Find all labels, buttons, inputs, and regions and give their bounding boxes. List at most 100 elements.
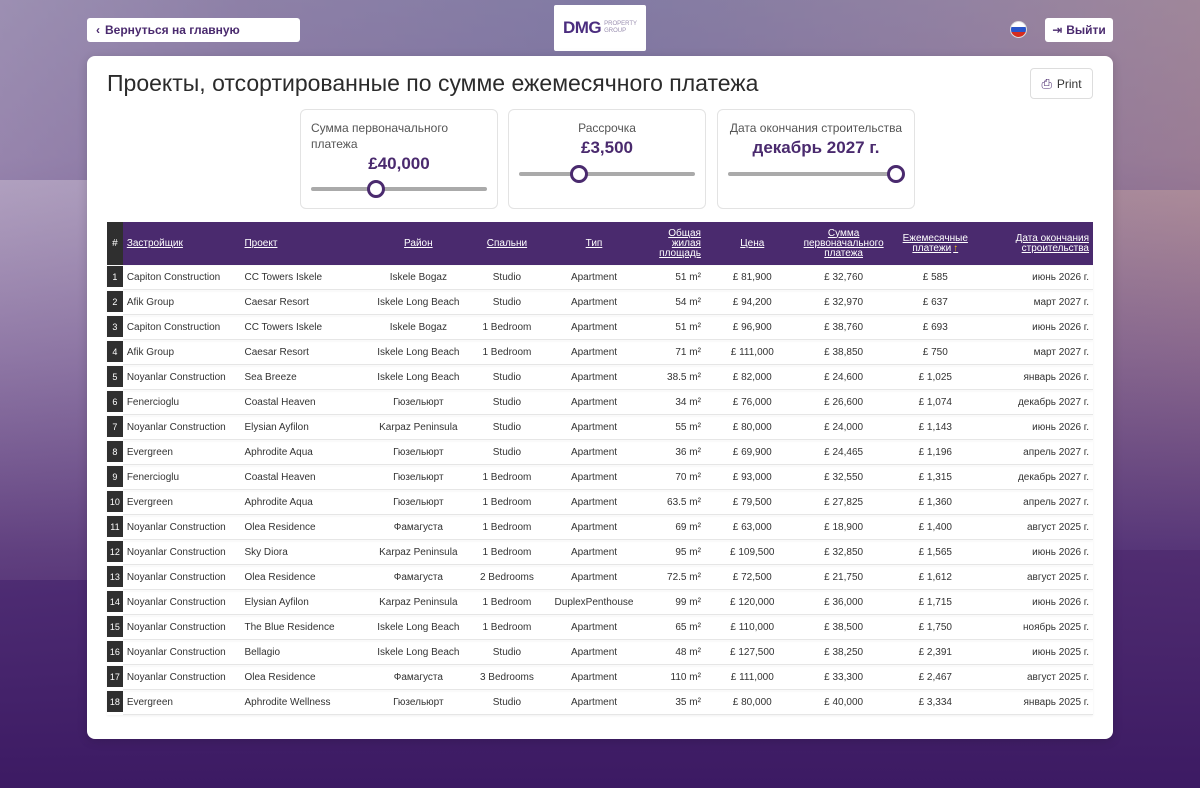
header-down-payment[interactable]: Сумма первоначального платежа [799,222,888,265]
installment-slider-track[interactable] [519,172,695,176]
price-cell: £ 93,000 [704,465,800,490]
monthly-cell: £ 1,196 [887,440,983,465]
completion-cell: июнь 2025 г. [982,640,1093,665]
table-row[interactable]: 3 Capiton Construction CC Towers Iskele Isk… [107,315,1093,340]
russian-flag-icon[interactable] [1010,21,1027,38]
page-title: Проекты, отсортированные по сумме ежемес… [107,70,759,96]
monthly-cell: £ 1,143 [887,415,983,440]
bedrooms-cell: 1 Bedroom [471,315,543,340]
area-cell: 35 m² [645,690,705,715]
header-price[interactable]: Цена [704,222,800,265]
price-cell: £ 109,500 [704,540,800,565]
completion-slider-track[interactable] [728,172,904,176]
monthly-cell: £ 3,334 [887,690,983,715]
header-project[interactable]: Проект [240,222,366,265]
district-cell: Karpaz Peninsula [365,540,472,565]
table-row[interactable]: 11 Noyanlar Construction Olea Residence Фам… [107,515,1093,540]
developer-cell: Noyanlar Construction [122,540,241,565]
back-to-home-button[interactable]: ‹ Вернуться на главную [87,18,300,42]
table-row[interactable]: 9 Fenercioglu Coastal Heaven Гюзельюрт 1 Bed… [107,465,1093,490]
down-payment-cell: £ 36,000 [799,590,888,615]
developer-cell: Noyanlar Construction [122,665,241,690]
row-number: 10 [107,490,123,515]
bedrooms-cell: Studio [471,290,543,315]
down-payment-cell: £ 32,970 [799,290,888,315]
table-row[interactable]: 5 Noyanlar Construction Sea Breeze Iskele L… [107,365,1093,390]
down-payment-cell: £ 24,000 [799,415,888,440]
logout-button[interactable]: ⇥ Выйти [1045,18,1113,42]
type-cell: Apartment [542,315,646,340]
down-payment-slider-track[interactable] [311,187,487,191]
project-cell: Elysian Ayfilon [240,590,366,615]
header-area[interactable]: Общая жилая площадь [645,222,705,265]
project-cell: Caesar Resort [240,340,366,365]
completion-slider-thumb[interactable] [887,165,905,183]
table-row[interactable]: 1 Capiton Construction CC Towers Iskele Isk… [107,265,1093,290]
completion-filter: Дата окончания строительства декабрь 202… [717,109,915,209]
area-cell: 36 m² [645,440,705,465]
area-cell: 54 m² [645,290,705,315]
down-payment-cell: £ 24,465 [799,440,888,465]
row-number: 14 [107,590,123,615]
monthly-cell: £ 2,467 [887,665,983,690]
developer-cell: Noyanlar Construction [122,615,241,640]
price-cell: £ 110,000 [704,615,800,640]
down-payment-slider-thumb[interactable] [367,180,386,198]
project-cell: Sky Diora [240,540,366,565]
header-bedrooms[interactable]: Спальни [471,222,543,265]
monthly-cell: £ 1,750 [887,615,983,640]
installment-slider-thumb[interactable] [569,165,588,183]
logout-icon: ⇥ [1052,23,1063,37]
bedrooms-cell: 1 Bedroom [471,490,543,515]
developer-cell: Evergreen [122,440,241,465]
completion-cell: декабрь 2027 г. [982,390,1093,415]
table-row[interactable]: 4 Afik Group Caesar Resort Iskele Long Beac… [107,340,1093,365]
down-payment-cell: £ 38,500 [799,615,888,640]
table-row[interactable]: 17 Noyanlar Construction Olea Residence Фам… [107,665,1093,690]
bedrooms-cell: 2 Bedrooms [471,565,543,590]
type-cell: Apartment [542,290,646,315]
area-cell: 38.5 m² [645,365,705,390]
developer-cell: Fenercioglu [122,465,241,490]
dmg-logo[interactable]: DMG PROPERTY GROUP [554,5,646,51]
completion-cell: март 2027 г. [982,290,1093,315]
row-number: 1 [107,265,123,290]
print-button[interactable]: ⎙ Print [1030,68,1093,99]
table-row[interactable]: 15 Noyanlar Construction The Blue Residenc… [107,615,1093,640]
district-cell: Гюзельюрт [365,440,472,465]
bedrooms-cell: 3 Bedrooms [471,665,543,690]
type-cell: Apartment [542,665,646,690]
monthly-cell: £ 1,715 [887,590,983,615]
completion-label: Дата окончания строительства [729,121,903,135]
completion-cell: август 2025 г. [982,665,1093,690]
row-number: 8 [107,440,123,465]
table-row[interactable]: 8 Evergreen Aphrodite Aqua Гюзельюрт Studio A… [107,440,1093,465]
type-cell: Apartment [542,365,646,390]
row-number: 7 [107,415,123,440]
header-developer[interactable]: Застройщик [122,222,241,265]
down-payment-cell: £ 38,850 [799,340,888,365]
table-row[interactable]: 6 Fenercioglu Coastal Heaven Гюзельюрт Studi… [107,390,1093,415]
header-completion[interactable]: Дата окончания строительства [982,222,1093,265]
completion-cell: март 2027 г. [982,340,1093,365]
down-payment-cell: £ 26,600 [799,390,888,415]
table-row[interactable]: 12 Noyanlar Construction Sky Diora Karpaz P… [107,540,1093,565]
table-row[interactable]: 7 Noyanlar Construction Elysian Ayfilon Kar… [107,415,1093,440]
table-row[interactable]: 16 Noyanlar Construction Bellagio Iskele Lo… [107,640,1093,665]
type-cell: Apartment [542,640,646,665]
table-row[interactable]: 14 Noyanlar Construction Elysian Ayfilon Ka… [107,590,1093,615]
header-district[interactable]: Район [365,222,472,265]
completion-cell: июнь 2026 г. [982,265,1093,290]
table-row[interactable]: 2 Afik Group Caesar Resort Iskele Long Beac… [107,290,1093,315]
row-number: 9 [107,465,123,490]
completion-cell: апрель 2027 г. [982,440,1093,465]
table-row[interactable]: 10 Evergreen Aphrodite Aqua Гюзельюрт 1 Bedr… [107,490,1093,515]
developer-cell: Afik Group [122,340,241,365]
table-row[interactable]: 18 Evergreen Aphrodite Wellness Гюзельюрт St… [107,690,1093,715]
down-payment-cell: £ 38,760 [799,315,888,340]
down-payment-label: Сумма первоначального платежа [311,121,449,151]
header-type[interactable]: Тип [542,222,646,265]
monthly-cell: £ 750 [887,340,983,365]
table-row[interactable]: 13 Noyanlar Construction Olea Residence Фам… [107,565,1093,590]
header-monthly[interactable]: Ежемесячные платежи ↑ [887,222,983,265]
